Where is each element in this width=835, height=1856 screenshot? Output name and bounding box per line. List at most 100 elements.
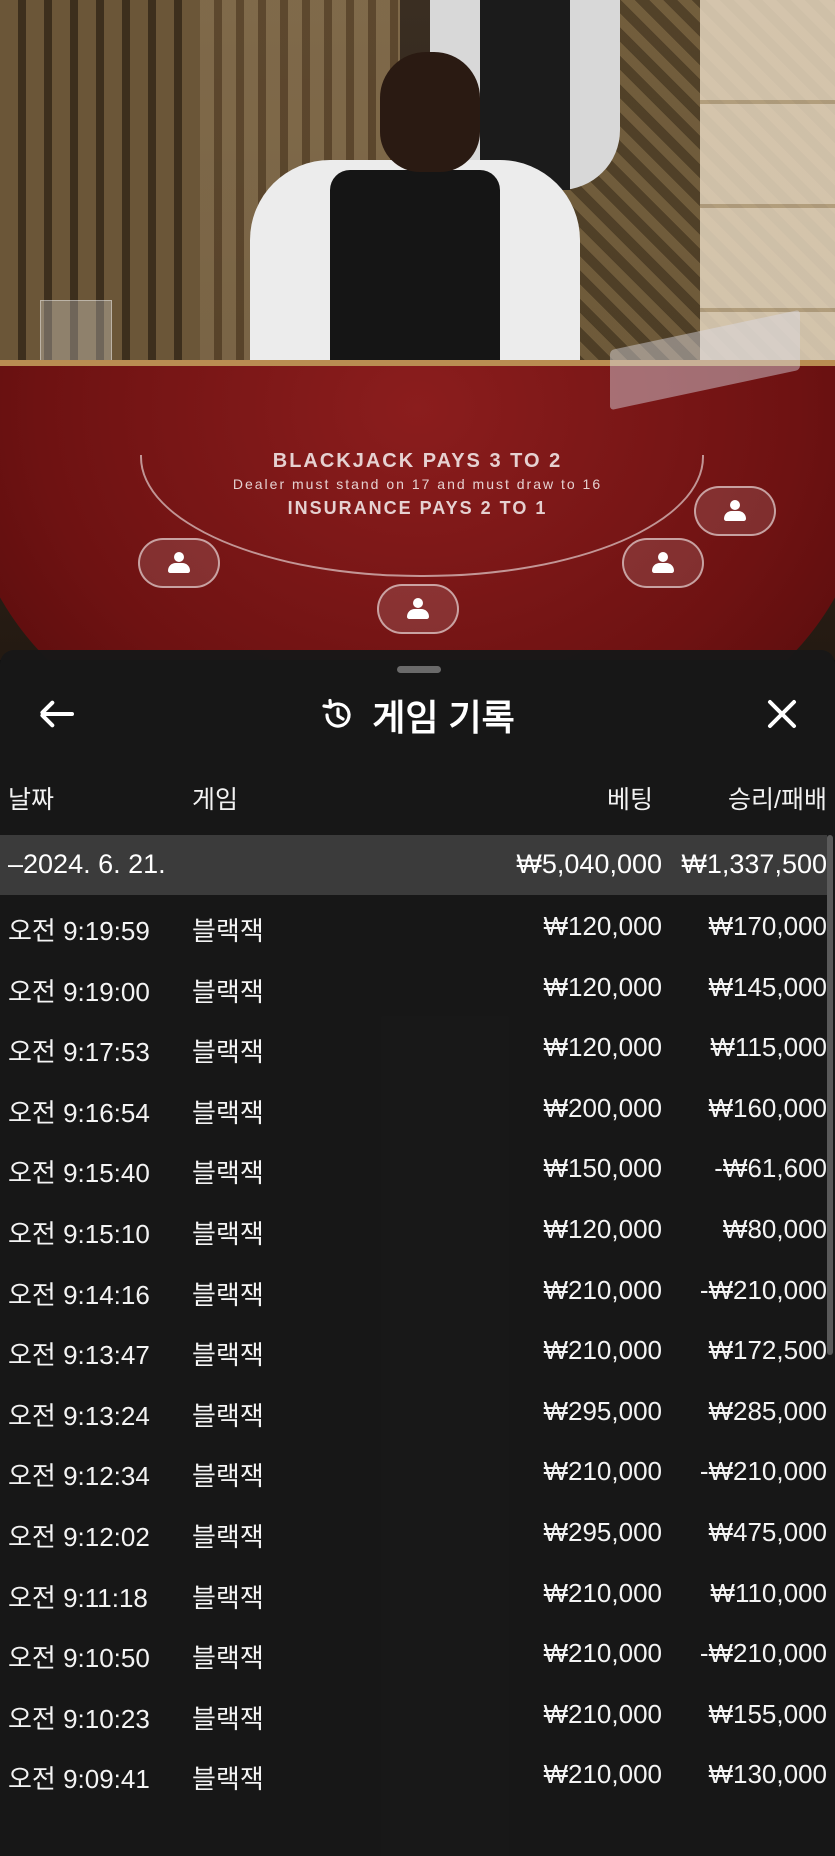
game-history-sheet: 게임 기록 날짜 게임 베팅 승리/패배 –2024. 6. 21. ₩5,04…: [0, 650, 835, 1856]
group-winloss-total: ₩1,337,500: [681, 849, 827, 879]
row-winloss: ₩172,500: [708, 1335, 827, 1366]
row-game: 블랙잭: [192, 1400, 264, 1431]
row-bet: ₩210,000: [543, 1274, 662, 1305]
row-game: 블랙잭: [192, 1340, 264, 1371]
dealer-vest: [330, 170, 500, 380]
person-icon: [722, 500, 748, 522]
player-seat-3: [622, 538, 704, 588]
row-game: 블랙잭: [192, 1037, 264, 1068]
row-bet: ₩150,000: [543, 1153, 662, 1184]
row-time: 오전 9:15:40: [8, 1158, 150, 1189]
history-list: 오전 9:19:59 블랙잭 ₩120,000 ₩170,000 오전 9:19:00 블…: [0, 895, 827, 1804]
row-game: 블랙잭: [192, 1521, 264, 1552]
row-time: 오전 9:13:24: [8, 1400, 150, 1431]
row-game: 블랙잭: [192, 1279, 264, 1310]
table-row[interactable]: 오전 9:10:50 블랙잭 ₩210,000 -₩210,000: [0, 1622, 827, 1683]
row-time: 오전 9:09:41: [8, 1764, 150, 1795]
row-winloss: ₩170,000: [708, 911, 827, 941]
row-time: 오전 9:12:02: [8, 1521, 150, 1552]
column-header-winloss: 승리/패배: [728, 786, 827, 814]
row-bet: ₩120,000: [543, 971, 662, 1002]
sheet-drag-handle[interactable]: [397, 666, 441, 673]
row-game: 블랙잭: [192, 1582, 264, 1613]
row-winloss: ₩110,000: [710, 1577, 827, 1608]
person-icon: [166, 552, 192, 574]
player-seat-4: [694, 486, 776, 536]
row-time: 오전 9:13:47: [8, 1340, 150, 1371]
row-winloss: ₩155,000: [708, 1698, 827, 1729]
history-icon: [322, 698, 351, 728]
player-seat-2: [377, 584, 459, 634]
row-game: 블랙잭: [192, 1643, 264, 1674]
table-row[interactable]: 오전 9:19:59 블랙잭 ₩120,000 ₩170,000: [0, 895, 827, 956]
row-bet: ₩210,000: [543, 1698, 662, 1729]
row-winloss: ₩475,000: [708, 1516, 827, 1547]
live-video-backdrop: BLACKJACK PAYS 3 TO 2 Dealer must stand …: [0, 0, 835, 660]
column-header-date: 날짜: [8, 786, 55, 814]
row-bet: ₩210,000: [543, 1638, 662, 1669]
row-winloss: -₩61,600: [714, 1153, 827, 1184]
row-game: 블랙잭: [192, 1461, 264, 1492]
row-game: 블랙잭: [192, 1764, 264, 1795]
table-row[interactable]: 오전 9:09:41 블랙잭 ₩210,000 ₩130,000: [0, 1743, 827, 1804]
felt-text-blackjack: BLACKJACK PAYS 3 TO 2: [272, 450, 563, 472]
column-header-game: 게임: [192, 786, 239, 814]
table-row[interactable]: 오전 9:13:47 블랙잭 ₩210,000 ₩172,500: [0, 1319, 827, 1380]
table-row[interactable]: 오전 9:13:24 블랙잭 ₩295,000 ₩285,000: [0, 1380, 827, 1441]
close-button[interactable]: [758, 690, 806, 738]
row-time: 오전 9:16:54: [8, 1097, 150, 1128]
table-row[interactable]: 오전 9:12:34 블랙잭 ₩210,000 -₩210,000: [0, 1440, 827, 1501]
row-time: 오전 9:10:23: [8, 1703, 150, 1734]
group-bet-total: ₩5,040,000: [516, 849, 662, 879]
row-time: 오전 9:11:18: [8, 1582, 148, 1613]
row-winloss: -₩210,000: [699, 1638, 827, 1669]
row-bet: ₩210,000: [543, 1456, 662, 1487]
row-bet: ₩210,000: [543, 1335, 662, 1366]
group-date: –2024. 6. 21.: [8, 849, 166, 879]
row-time: 오전 9:10:50: [8, 1643, 150, 1674]
row-game: 블랙잭: [192, 1158, 264, 1189]
row-winloss: ₩130,000: [708, 1759, 827, 1790]
row-bet: ₩210,000: [543, 1759, 662, 1790]
page-title: 게임 기록: [372, 697, 515, 738]
row-time: 오전 9:12:34: [8, 1461, 150, 1492]
date-group-header[interactable]: –2024. 6. 21. ₩5,040,000 ₩1,337,500: [0, 835, 827, 895]
row-bet: ₩200,000: [543, 1092, 662, 1123]
row-winloss: ₩115,000: [710, 1032, 827, 1063]
row-winloss: ₩285,000: [708, 1395, 827, 1426]
scrollbar[interactable]: [827, 835, 833, 1355]
row-time: 오전 9:19:00: [8, 976, 150, 1007]
row-game: 블랙잭: [192, 1218, 264, 1249]
table-row[interactable]: 오전 9:10:23 블랙잭 ₩210,000 ₩155,000: [0, 1683, 827, 1744]
row-game: 블랙잭: [192, 916, 264, 946]
person-icon: [650, 552, 676, 574]
sheet-header: 게임 기록: [0, 680, 835, 760]
row-game: 블랙잭: [192, 1097, 264, 1128]
row-bet: ₩295,000: [543, 1395, 662, 1426]
row-winloss: ₩160,000: [708, 1092, 827, 1123]
table-row[interactable]: 오전 9:16:54 블랙잭 ₩200,000 ₩160,000: [0, 1077, 827, 1138]
table-row[interactable]: 오전 9:15:10 블랙잭 ₩120,000 ₩80,000: [0, 1198, 827, 1259]
table-row[interactable]: 오전 9:15:40 블랙잭 ₩150,000 -₩61,600: [0, 1137, 827, 1198]
row-bet: ₩120,000: [543, 911, 662, 941]
row-winloss: -₩210,000: [699, 1274, 827, 1305]
person-icon: [405, 598, 431, 620]
row-bet: ₩210,000: [543, 1577, 662, 1608]
table-row[interactable]: 오전 9:11:18 블랙잭 ₩210,000 ₩110,000: [0, 1562, 827, 1623]
row-time: 오전 9:17:53: [8, 1037, 150, 1068]
table-row[interactable]: 오전 9:17:53 블랙잭 ₩120,000 ₩115,000: [0, 1016, 827, 1077]
title-group: 게임 기록: [0, 680, 835, 750]
row-game: 블랙잭: [192, 976, 264, 1007]
row-game: 블랙잭: [192, 1703, 264, 1734]
row-time: 오전 9:14:16: [8, 1279, 150, 1310]
table-row[interactable]: 오전 9:12:02 블랙잭 ₩295,000 ₩475,000: [0, 1501, 827, 1562]
row-bet: ₩120,000: [543, 1032, 662, 1063]
row-time: 오전 9:15:10: [8, 1218, 150, 1249]
row-winloss: -₩210,000: [699, 1456, 827, 1487]
column-headers: 날짜 게임 베팅 승리/패배: [0, 780, 835, 832]
table-row[interactable]: 오전 9:14:16 블랙잭 ₩210,000 -₩210,000: [0, 1259, 827, 1320]
table-row[interactable]: 오전 9:19:00 블랙잭 ₩120,000 ₩145,000: [0, 956, 827, 1017]
row-bet: ₩295,000: [543, 1516, 662, 1547]
row-time: 오전 9:19:59: [8, 916, 150, 946]
row-winloss: ₩80,000: [722, 1213, 827, 1244]
